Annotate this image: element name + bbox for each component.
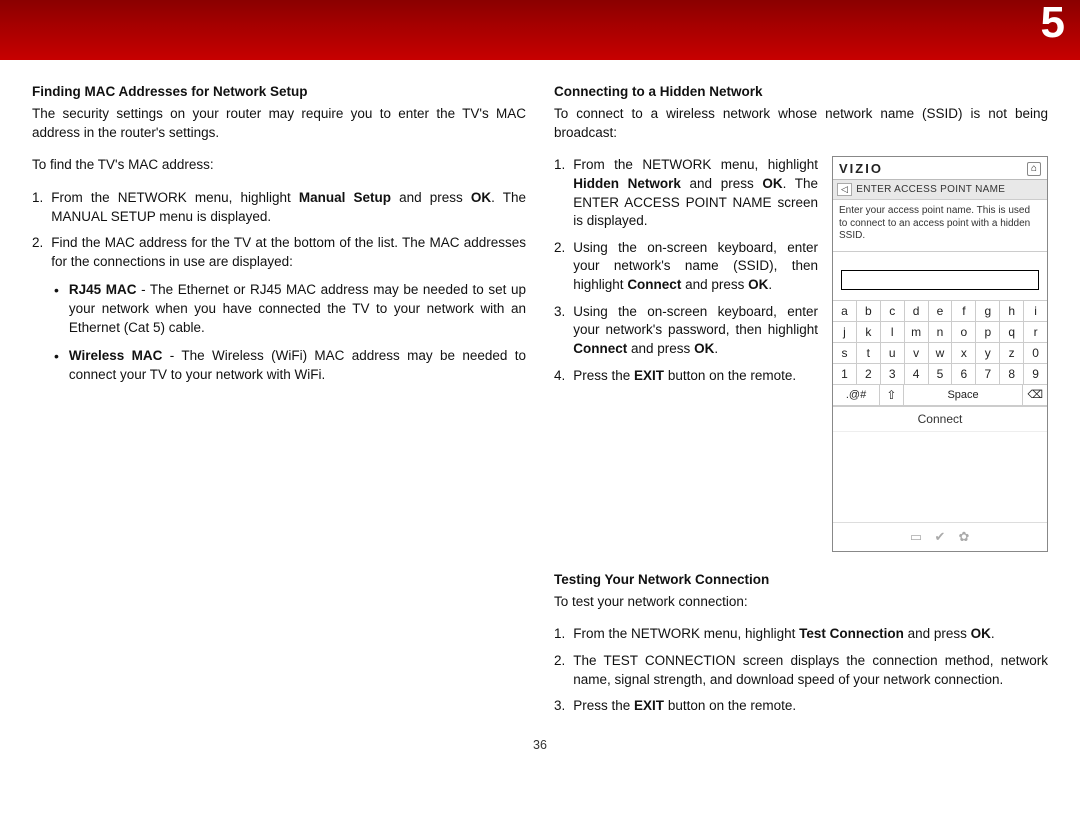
kbd-row-sym: .@# ⇧ Space ⌫ [833, 385, 1047, 406]
mac-bullet-wireless: Wireless MAC - The Wireless (WiFi) MAC a… [54, 347, 526, 384]
mac-step-2-text: Find the MAC address for the TV at the b… [51, 234, 526, 271]
home-icon[interactable]: ⌂ [1027, 162, 1041, 176]
vizio-logo: VIZIO [839, 161, 883, 176]
mac-intro: The security settings on your router may… [32, 105, 526, 142]
heading-test: Testing Your Network Connection [554, 572, 1048, 587]
kbd-key-j[interactable]: j [833, 322, 857, 343]
kbd-key-7[interactable]: 7 [976, 364, 1000, 385]
mac-bullet-rj45: RJ45 MAC - The Ethernet or RJ45 MAC addr… [54, 281, 526, 337]
kbd-key-e[interactable]: e [929, 301, 953, 322]
test-step-1: From the NETWORK menu, highlight Test Co… [554, 625, 1048, 644]
kbd-key-0[interactable]: 0 [1024, 343, 1047, 364]
kbd-key-y[interactable]: y [976, 343, 1000, 364]
mac-step-2: Find the MAC address for the TV at the b… [32, 234, 526, 271]
kbd-key-x[interactable]: x [952, 343, 976, 364]
kbd-key-d[interactable]: d [905, 301, 929, 322]
kbd-key-1[interactable]: 1 [833, 364, 857, 385]
left-column: Finding MAC Addresses for Network Setup … [32, 84, 526, 726]
chapter-header-bar: 5 [0, 0, 1080, 60]
kbd-key-s[interactable]: s [833, 343, 857, 364]
kbd-row-4: 123456789 [833, 364, 1047, 385]
kbd-key-t[interactable]: t [857, 343, 881, 364]
kbd-key-p[interactable]: p [976, 322, 1000, 343]
footer-icon-check[interactable]: ✔ [932, 529, 948, 545]
breadcrumb-label: ENTER ACCESS POINT NAME [856, 184, 1005, 195]
panel-empty-area [833, 432, 1047, 522]
mac-step-1-text: From the NETWORK menu, highlight Manual … [51, 189, 526, 226]
kbd-symbol-key[interactable]: .@# [833, 385, 880, 406]
kbd-key-g[interactable]: g [976, 301, 1000, 322]
kbd-key-u[interactable]: u [881, 343, 905, 364]
mac-steps: From the NETWORK menu, highlight Manual … [32, 189, 526, 272]
kbd-key-r[interactable]: r [1024, 322, 1047, 343]
connect-button[interactable]: Connect [833, 407, 1047, 432]
kbd-space-key[interactable]: Space [904, 385, 1024, 406]
kbd-key-h[interactable]: h [1000, 301, 1024, 322]
kbd-key-m[interactable]: m [905, 322, 929, 343]
right-column: Connecting to a Hidden Network To connec… [554, 84, 1048, 726]
hidden-step-3: Using the on-screen keyboard, enter your… [554, 303, 818, 359]
test-step-2: The TEST CONNECTION screen displays the … [554, 652, 1048, 689]
hidden-step-1: From the NETWORK menu, highlight Hidden … [554, 156, 818, 231]
page-number-footer: 36 [0, 738, 1080, 752]
test-connection-section: Testing Your Network Connection To test … [554, 572, 1048, 726]
back-chevron-icon[interactable]: ◁ [837, 183, 852, 196]
heading-hidden: Connecting to a Hidden Network [554, 84, 1048, 99]
kbd-key-9[interactable]: 9 [1024, 364, 1047, 385]
kbd-key-o[interactable]: o [952, 322, 976, 343]
footer-icon-gear[interactable]: ✿ [956, 529, 972, 545]
kbd-delete-key[interactable]: ⌫ [1023, 385, 1047, 406]
hidden-steps: From the NETWORK menu, highlight Hidden … [554, 156, 818, 385]
kbd-key-4[interactable]: 4 [905, 364, 929, 385]
breadcrumb[interactable]: ◁ ENTER ACCESS POINT NAME [833, 180, 1047, 200]
kbd-key-8[interactable]: 8 [1000, 364, 1024, 385]
test-lead: To test your network connection: [554, 593, 1048, 612]
kbd-key-w[interactable]: w [929, 343, 953, 364]
hidden-network-section: Connecting to a Hidden Network To connec… [554, 84, 1048, 552]
kbd-key-f[interactable]: f [952, 301, 976, 322]
kbd-key-k[interactable]: k [857, 322, 881, 343]
kbd-key-l[interactable]: l [881, 322, 905, 343]
panel-footer-icons: ▭ ✔ ✿ [833, 522, 1047, 551]
kbd-key-2[interactable]: 2 [857, 364, 881, 385]
hidden-step-2: Using the on-screen keyboard, enter your… [554, 239, 818, 295]
mac-lead: To find the TV's MAC address: [32, 156, 526, 175]
hidden-intro: To connect to a wireless network whose n… [554, 105, 1048, 142]
chapter-number: 5 [1041, 0, 1066, 48]
kbd-key-5[interactable]: 5 [929, 364, 953, 385]
kbd-key-z[interactable]: z [1000, 343, 1024, 364]
hidden-step-4: Press the EXIT button on the remote. [554, 367, 818, 386]
test-step-3: Press the EXIT button on the remote. [554, 697, 1048, 716]
panel-help-text: Enter your access point name. This is us… [833, 200, 1047, 252]
kbd-row-3: stuvwxyz0 [833, 343, 1047, 364]
kbd-key-b[interactable]: b [857, 301, 881, 322]
kbd-key-3[interactable]: 3 [881, 364, 905, 385]
mac-step-1: From the NETWORK menu, highlight Manual … [32, 189, 526, 226]
kbd-key-q[interactable]: q [1000, 322, 1024, 343]
footer-icon-wide[interactable]: ▭ [908, 529, 924, 545]
heading-mac: Finding MAC Addresses for Network Setup [32, 84, 526, 99]
mac-bullets: RJ45 MAC - The Ethernet or RJ45 MAC addr… [54, 281, 526, 384]
kbd-row-2: jklmnopqr [833, 322, 1047, 343]
page-body: Finding MAC Addresses for Network Setup … [0, 60, 1080, 738]
kbd-key-6[interactable]: 6 [952, 364, 976, 385]
kbd-shift-key[interactable]: ⇧ [880, 385, 904, 406]
kbd-key-c[interactable]: c [881, 301, 905, 322]
ssid-input[interactable] [841, 270, 1039, 290]
kbd-row-1: abcdefghi [833, 301, 1047, 322]
kbd-key-i[interactable]: i [1024, 301, 1047, 322]
onscreen-keyboard: abcdefghi jklmnopqr stuvwxyz0 123456789 … [833, 300, 1047, 407]
vizio-osk-panel: VIZIO ⌂ ◁ ENTER ACCESS POINT NAME Enter … [832, 156, 1048, 552]
test-steps: From the NETWORK menu, highlight Test Co… [554, 625, 1048, 716]
kbd-key-v[interactable]: v [905, 343, 929, 364]
kbd-key-n[interactable]: n [929, 322, 953, 343]
kbd-key-a[interactable]: a [833, 301, 857, 322]
